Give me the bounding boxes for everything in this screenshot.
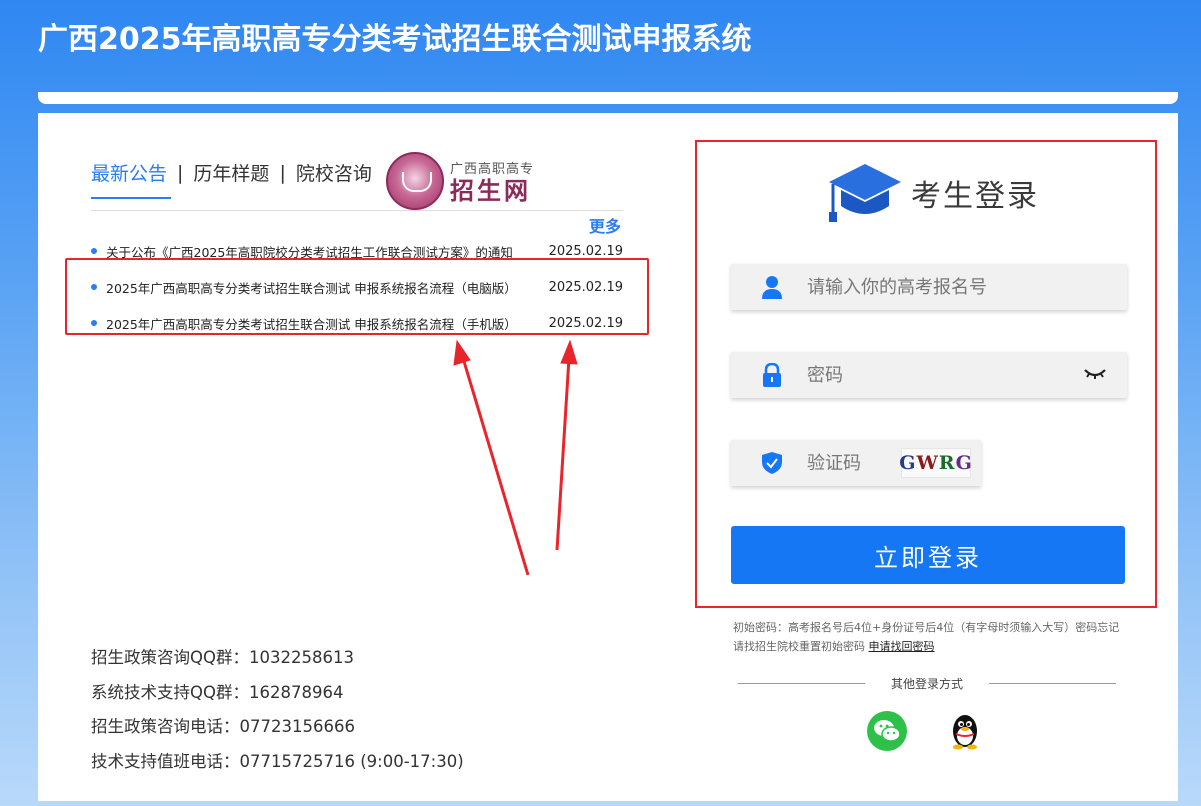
contact-line: 技术支持值班电话：07715725716 (9:00-17:30) bbox=[91, 751, 464, 771]
annotation-arrowhead-right bbox=[560, 339, 578, 365]
other-login-divider: 其他登录方式 bbox=[738, 675, 1117, 692]
login-title: 考生登录 bbox=[911, 179, 1039, 214]
annotation-arrowhead-left bbox=[453, 339, 471, 366]
qq-login-icon[interactable] bbox=[945, 711, 985, 751]
user-icon bbox=[759, 274, 785, 300]
captcha-field: GWRG bbox=[731, 440, 981, 486]
login-panel: 考生登录 GWRG bbox=[695, 140, 1157, 608]
captcha-image[interactable]: GWRG bbox=[899, 448, 972, 478]
contact-line: 招生政策咨询电话：07723156666 bbox=[91, 717, 355, 736]
annotation-arrow-right bbox=[555, 357, 571, 551]
site-title: 广西2025年高职高专分类考试招生联合测试申报系统 bbox=[38, 22, 752, 57]
lock-icon bbox=[759, 362, 785, 388]
login-header: 考生登录 bbox=[827, 162, 1039, 224]
top-strip bbox=[38, 92, 1178, 104]
graduation-cap-icon bbox=[829, 164, 901, 222]
contact-info: 招生政策咨询QQ群：1032258613 系统技术支持QQ群：162878964… bbox=[91, 641, 464, 779]
other-login-label: 其他登录方式 bbox=[891, 677, 964, 691]
recover-password-link[interactable]: 申请找回密码 bbox=[869, 640, 935, 653]
password-hint: 初始密码：高考报名号后4位+身份证号后4位（有字母时须输入大写）密码忘记请找招生… bbox=[733, 618, 1129, 656]
annotation-arrow-left bbox=[461, 357, 530, 576]
main-card: 最新公告 | 历年样题 | 院校咨询 广西高职高专 招生网 更多 关于公布《广西… bbox=[38, 113, 1178, 801]
password-field bbox=[731, 352, 1127, 398]
contact-line: 招生政策咨询QQ群：1032258613 bbox=[91, 648, 354, 667]
username-field bbox=[731, 264, 1127, 310]
wechat-login-icon[interactable] bbox=[867, 711, 907, 751]
contact-line: 系统技术支持QQ群：162878964 bbox=[91, 682, 344, 702]
login-submit-button[interactable]: 立即登录 bbox=[731, 526, 1125, 584]
shield-check-icon bbox=[759, 450, 785, 476]
eye-closed-icon[interactable] bbox=[1083, 366, 1107, 382]
captcha-input[interactable] bbox=[807, 452, 907, 474]
password-input[interactable] bbox=[807, 364, 1057, 386]
username-input[interactable] bbox=[807, 276, 1057, 298]
